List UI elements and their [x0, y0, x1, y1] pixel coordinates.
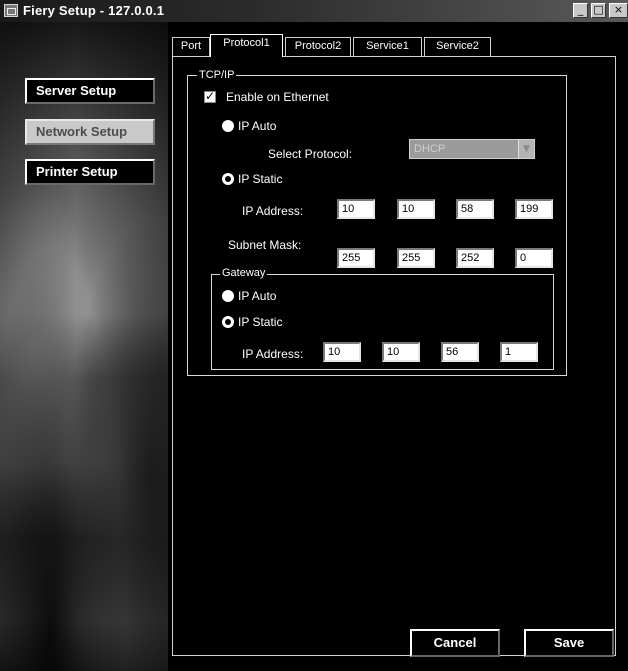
- window-title: Fiery Setup - 127.0.0.1: [23, 3, 165, 18]
- gateway-ip-address-label: IP Address:: [242, 347, 304, 361]
- save-button[interactable]: Save: [524, 629, 614, 657]
- minimize-button[interactable]: _: [573, 3, 588, 18]
- maximize-button[interactable]: □: [591, 3, 606, 18]
- app-window-icon: [4, 4, 18, 17]
- sidebar-item-printer-setup[interactable]: Printer Setup: [25, 159, 155, 185]
- tab-service1[interactable]: Service1: [353, 37, 422, 56]
- subnet-mask-label: Subnet Mask:: [228, 238, 302, 252]
- gateway-ip-octet-1[interactable]: 10: [323, 342, 361, 362]
- close-button[interactable]: ×: [609, 3, 628, 18]
- sidebar: Server Setup Network Setup Printer Setup: [0, 22, 168, 671]
- sidebar-item-server-setup[interactable]: Server Setup: [25, 78, 155, 104]
- enable-ethernet-checkbox[interactable]: [204, 89, 216, 103]
- ip-address-label: IP Address:: [242, 204, 304, 218]
- select-protocol-label: Select Protocol:: [268, 147, 353, 161]
- ip-static-label: IP Static: [238, 172, 283, 186]
- chevron-down-icon[interactable]: ▼: [518, 140, 534, 158]
- fiery-setup-window: Fiery Setup - 127.0.0.1 _ □ × Server Set…: [0, 0, 628, 671]
- tab-service2[interactable]: Service2: [424, 37, 491, 56]
- gateway-ip-static-label: IP Static: [238, 315, 283, 329]
- gateway-ip-octet-3[interactable]: 56: [441, 342, 479, 362]
- sidebar-item-network-setup[interactable]: Network Setup: [25, 119, 155, 145]
- ip-address-octet-2[interactable]: 10: [397, 199, 435, 219]
- gateway-ip-auto-label: IP Auto: [238, 289, 277, 303]
- subnet-mask-octet-1[interactable]: 255: [337, 248, 375, 268]
- subnet-mask-octet-2[interactable]: 255: [397, 248, 435, 268]
- ip-auto-radio[interactable]: [222, 120, 234, 132]
- subnet-mask-octet-3[interactable]: 252: [456, 248, 494, 268]
- enable-ethernet-label: Enable on Ethernet: [226, 90, 329, 104]
- tcpip-group-legend: TCP/IP: [197, 69, 237, 81]
- gateway-ip-static-radio[interactable]: [222, 316, 234, 328]
- ip-auto-label: IP Auto: [238, 119, 277, 133]
- gateway-ip-octet-2[interactable]: 10: [382, 342, 420, 362]
- ip-address-octet-1[interactable]: 10: [337, 199, 375, 219]
- select-protocol-value: DHCP: [414, 143, 446, 155]
- subnet-mask-octet-4[interactable]: 0: [515, 248, 553, 268]
- tab-protocol2[interactable]: Protocol2: [285, 37, 351, 56]
- ip-address-octet-4[interactable]: 199: [515, 199, 553, 219]
- tab-protocol1[interactable]: Protocol1: [210, 34, 283, 57]
- gateway-ip-auto-radio[interactable]: [222, 290, 234, 302]
- title-bar: Fiery Setup - 127.0.0.1 _ □ ×: [0, 0, 628, 22]
- select-protocol-dropdown[interactable]: DHCP ▼: [409, 139, 535, 159]
- ip-address-octet-3[interactable]: 58: [456, 199, 494, 219]
- gateway-group-legend: Gateway: [220, 267, 268, 279]
- gateway-ip-octet-4[interactable]: 1: [500, 342, 538, 362]
- tab-port[interactable]: Port: [172, 37, 210, 56]
- ip-static-radio[interactable]: [222, 173, 234, 185]
- cancel-button[interactable]: Cancel: [410, 629, 500, 657]
